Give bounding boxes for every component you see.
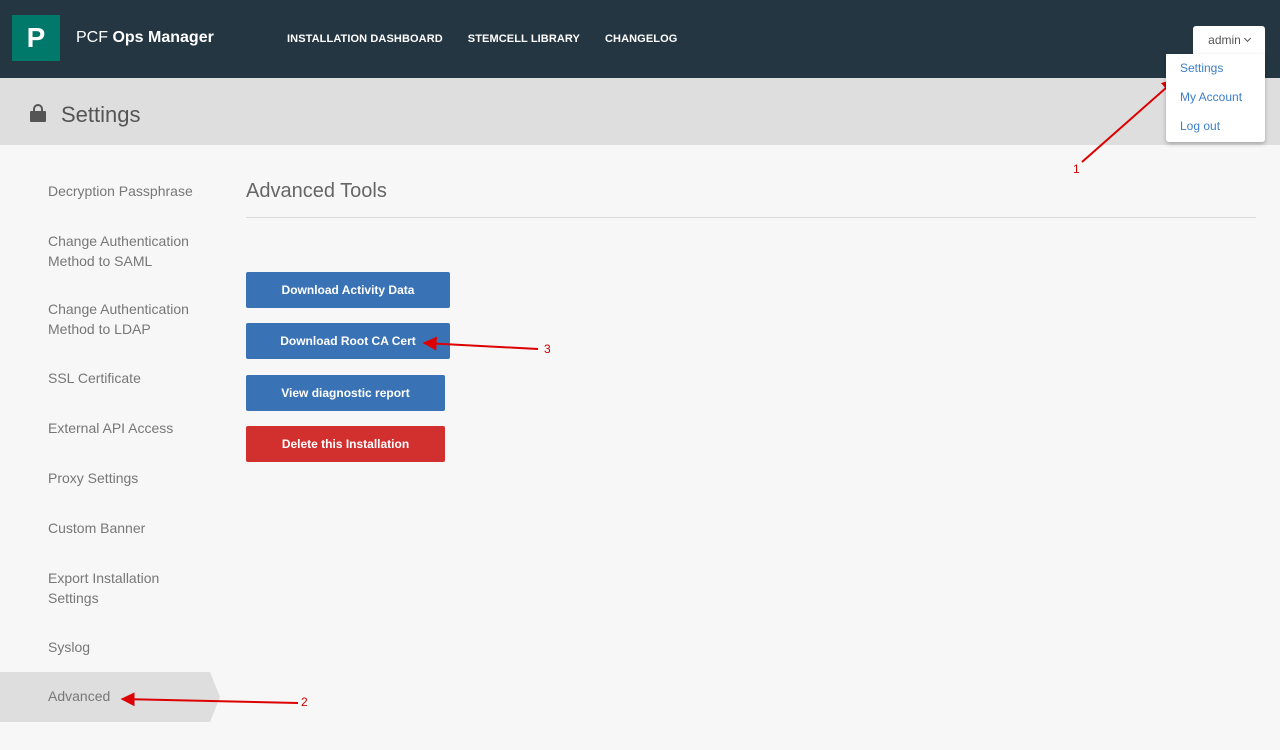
pcf-logo[interactable]: P (12, 15, 60, 61)
sidebar-item-external-api-access[interactable]: External API Access (48, 418, 213, 438)
section-title: Advanced Tools (246, 180, 387, 202)
menu-item-log-out[interactable]: Log out (1180, 119, 1220, 133)
download-activity-data-button[interactable]: Download Activity Data (246, 272, 450, 308)
sidebar-item-syslog[interactable]: Syslog (48, 637, 213, 657)
annotation-label-2: 2 (301, 695, 308, 709)
menu-item-settings[interactable]: Settings (1180, 61, 1223, 75)
sidebar-item-advanced[interactable]: Advanced (48, 686, 213, 706)
nav-stemcell-library[interactable]: STEMCELL LIBRARY (468, 33, 580, 45)
menu-item-my-account[interactable]: My Account (1180, 90, 1242, 104)
app-title-prefix: PCF (76, 29, 108, 46)
sidebar-item-proxy-settings[interactable]: Proxy Settings (48, 468, 213, 488)
annotation-label-1: 1 (1073, 162, 1080, 176)
download-root-ca-cert-button[interactable]: Download Root CA Cert (246, 323, 450, 359)
app-title-bold: Ops Manager (112, 29, 214, 46)
delete-installation-button[interactable]: Delete this Installation (246, 426, 445, 462)
top-navbar: P PCF Ops Manager INSTALLATION DASHBOARD… (0, 0, 1280, 78)
user-dropdown-menu: Settings My Account Log out (1166, 54, 1265, 142)
page-title: Settings (61, 102, 141, 127)
nav-installation-dashboard[interactable]: INSTALLATION DASHBOARD (287, 33, 443, 45)
nav-changelog[interactable]: CHANGELOG (605, 33, 677, 45)
view-diagnostic-report-button[interactable]: View diagnostic report (246, 375, 445, 411)
user-menu-button[interactable]: admin (1193, 26, 1265, 54)
annotation-label-3: 3 (544, 342, 551, 356)
sidebar-item-ssl-certificate[interactable]: SSL Certificate (48, 368, 213, 388)
sidebar-item-auth-ldap[interactable]: Change Authentication Method to LDAP (48, 299, 213, 339)
app-title[interactable]: PCF Ops Manager (76, 29, 214, 47)
sidebar-item-export-installation-settings[interactable]: Export Installation Settings (48, 568, 213, 608)
lock-icon (30, 104, 46, 122)
page-header (0, 78, 1280, 145)
sidebar-item-custom-banner[interactable]: Custom Banner (48, 518, 213, 538)
main-nav: INSTALLATION DASHBOARD STEMCELL LIBRARY … (287, 33, 702, 45)
sidebar-item-auth-saml[interactable]: Change Authentication Method to SAML (48, 231, 213, 271)
user-name: admin (1208, 33, 1241, 47)
chevron-down-icon (1243, 34, 1251, 43)
sidebar-item-decryption-passphrase[interactable]: Decryption Passphrase (48, 181, 213, 201)
section-divider (246, 217, 1256, 218)
